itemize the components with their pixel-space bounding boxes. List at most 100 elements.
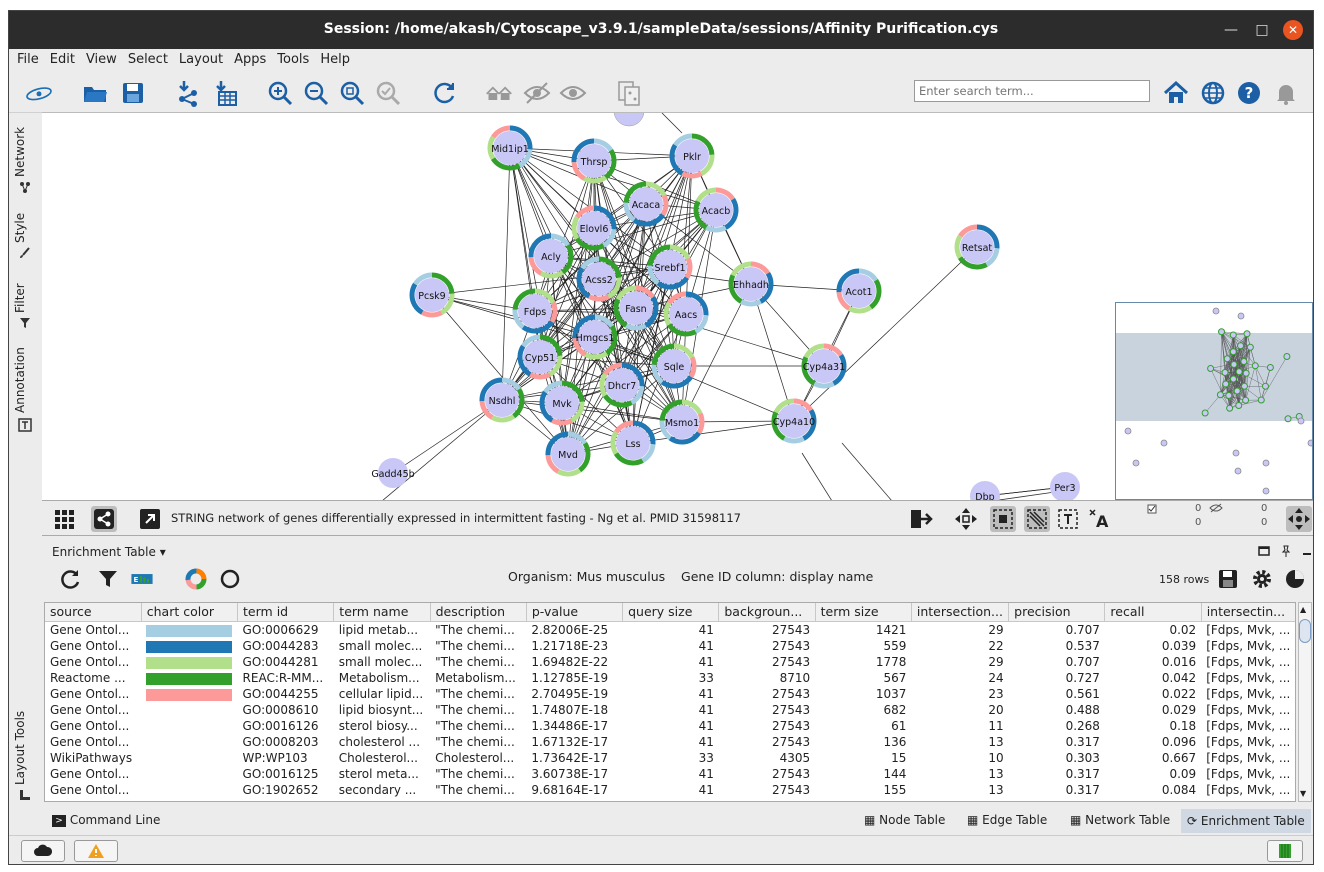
column-header[interactable]: source — [45, 603, 142, 622]
network-node-pcsk9[interactable]: Pcsk9 — [409, 272, 455, 318]
settings-gear-icon[interactable] — [1250, 567, 1274, 591]
edge-table-tab[interactable]: ▦ Edge Table — [967, 813, 1047, 827]
network-node-thrsp[interactable]: Thrsp — [571, 138, 617, 184]
network-edge[interactable] — [661, 113, 683, 134]
zoom-selected-icon[interactable] — [374, 79, 402, 107]
notifications-bell-icon[interactable] — [1272, 79, 1300, 107]
table-row[interactable]: Gene Ontol... GO:0044255 cellular lipid...… — [45, 686, 1295, 702]
network-node-cyp4a10[interactable]: Cyp4a10 — [771, 398, 817, 444]
memory-status-button[interactable] — [1267, 840, 1303, 862]
network-node-ehhadh[interactable]: Ehhadh — [728, 261, 774, 307]
network-node-mid1ip1[interactable]: Mid1ip1 — [487, 125, 533, 171]
scroll-down-icon[interactable]: ▼ — [1300, 789, 1306, 798]
column-header[interactable]: description — [430, 603, 527, 622]
tab-annotation[interactable]: Annotation — [13, 341, 37, 432]
table-row[interactable]: Gene Ontol... GO:0044281 small molec... "Th… — [45, 654, 1295, 670]
network-edge[interactable] — [501, 147, 511, 401]
network-node-cyp51[interactable]: Cyp51 — [517, 334, 563, 380]
menu-apps[interactable]: Apps — [226, 49, 269, 67]
enrichment-table[interactable]: source chart color term id term name descrip… — [44, 602, 1296, 802]
column-header[interactable]: backgroun... — [718, 603, 816, 622]
search-input[interactable] — [914, 80, 1150, 102]
menu-select[interactable]: Select — [120, 49, 171, 67]
network-node-dhcr7[interactable]: Dhcr7 — [599, 362, 645, 408]
save-session-icon[interactable] — [119, 79, 147, 107]
filter-enrichment-icon[interactable] — [96, 567, 120, 591]
network-node-msmo1[interactable]: Msmo1 — [659, 399, 705, 445]
network-node-acacb[interactable]: Acacb — [693, 187, 739, 233]
network-edge[interactable] — [501, 399, 683, 423]
detach-view-icon[interactable] — [137, 506, 163, 532]
node-table-tab[interactable]: ▦ Node Table — [864, 813, 945, 827]
network-node-per3[interactable]: Per3 — [1050, 472, 1080, 500]
column-header[interactable]: intersection... — [911, 603, 1010, 622]
refresh-enrichment-icon[interactable] — [58, 567, 82, 591]
tab-network[interactable]: Network — [13, 121, 37, 196]
reset-charts-icon[interactable] — [218, 567, 242, 591]
import-table-icon[interactable] — [211, 79, 239, 107]
select-nodes-icon[interactable] — [990, 506, 1016, 532]
close-button[interactable]: ✕ — [1283, 20, 1303, 40]
pin-icon[interactable] — [1280, 545, 1292, 557]
home-icon[interactable] — [1162, 79, 1190, 107]
globe-icon[interactable] — [1199, 79, 1227, 107]
donut-chart-icon[interactable] — [184, 567, 208, 591]
column-header[interactable]: term size — [815, 603, 912, 622]
network-node-mvd[interactable]: Mvd — [545, 431, 591, 477]
label-select-icon[interactable]: A — [1087, 506, 1113, 532]
network-edge[interactable] — [801, 452, 832, 500]
network-node-sqle[interactable]: Sqle — [651, 343, 697, 389]
tab-filter[interactable]: Filter — [13, 273, 37, 333]
network-node-fdps[interactable]: Fdps — [512, 288, 558, 334]
network-table-tab[interactable]: ▦ Network Table — [1070, 813, 1170, 827]
maximize-button[interactable]: □ — [1252, 20, 1272, 40]
pie-chart-icon[interactable] — [1283, 567, 1307, 591]
network-node-mvk[interactable]: Mvk — [539, 380, 585, 426]
scroll-thumb[interactable] — [1299, 619, 1311, 643]
network-overview-panel[interactable] — [1115, 302, 1313, 500]
tab-layout-tools[interactable]: Layout Tools — [13, 711, 37, 801]
network-node-cyp4a31[interactable]: Cyp4a31 — [801, 343, 847, 389]
select-annotations-icon[interactable] — [1055, 506, 1081, 532]
network-node-acot1[interactable]: Acot1 — [836, 268, 882, 314]
refresh-icon[interactable] — [431, 79, 459, 107]
network-node-elovl6[interactable]: Elovl6 — [571, 205, 617, 251]
menu-help[interactable]: Help — [312, 49, 353, 67]
network-edge[interactable] — [632, 420, 795, 444]
column-header[interactable]: recall — [1104, 603, 1202, 622]
zoom-in-icon[interactable] — [266, 79, 294, 107]
show-all-icon[interactable] — [485, 79, 517, 107]
hide-selected-icon[interactable] — [523, 79, 551, 107]
table-row[interactable]: Gene Ontol... GO:1902652 secondary ... "The… — [45, 782, 1295, 798]
menu-tools[interactable]: Tools — [269, 49, 312, 67]
tab-style[interactable]: Style — [13, 205, 37, 265]
column-header[interactable]: term id — [237, 603, 335, 622]
command-line-tab[interactable]: > Command Line — [52, 813, 160, 827]
network-node-pklr[interactable]: Pklr — [669, 133, 715, 179]
pan-icon[interactable] — [953, 506, 979, 532]
network-node-aacs[interactable]: Aacs — [663, 291, 709, 337]
network-edge[interactable] — [509, 147, 552, 257]
minimize-panel-icon[interactable] — [1301, 545, 1313, 557]
network-edge[interactable] — [793, 246, 978, 422]
menu-layout[interactable]: Layout — [171, 49, 226, 67]
table-row[interactable]: Gene Ontol... GO:0016125 sterol meta... "Th… — [45, 766, 1295, 782]
network-node-retsat[interactable]: Retsat — [954, 224, 1000, 270]
menu-view[interactable]: View — [78, 49, 120, 67]
menu-edit[interactable]: Edit — [42, 49, 78, 67]
column-header[interactable]: term name — [333, 603, 431, 622]
zoom-fit-icon[interactable] — [338, 79, 366, 107]
column-header[interactable]: chart color — [141, 603, 239, 622]
network-view-icon[interactable] — [91, 506, 117, 532]
network-node-fasn[interactable]: Fasn — [613, 285, 659, 331]
table-row[interactable]: Gene Ontol... GO:0008610 lipid biosynt... "… — [45, 702, 1295, 718]
table-row[interactable]: Gene Ontol... GO:0006629 lipid metab... "Th… — [45, 621, 1295, 638]
minimize-button[interactable]: — — [1221, 20, 1241, 40]
network-node-nsdhl[interactable]: Nsdhl — [479, 377, 525, 423]
warning-button[interactable] — [74, 840, 118, 862]
table-row[interactable]: Gene Ontol... GO:0016126 sterol biosy... "T… — [45, 718, 1295, 734]
open-session-icon[interactable] — [81, 79, 109, 107]
network-node-acss2[interactable]: Acss2 — [576, 256, 622, 302]
import-network-icon[interactable] — [174, 79, 202, 107]
network-node-dbp[interactable]: Dbp — [970, 481, 1000, 500]
